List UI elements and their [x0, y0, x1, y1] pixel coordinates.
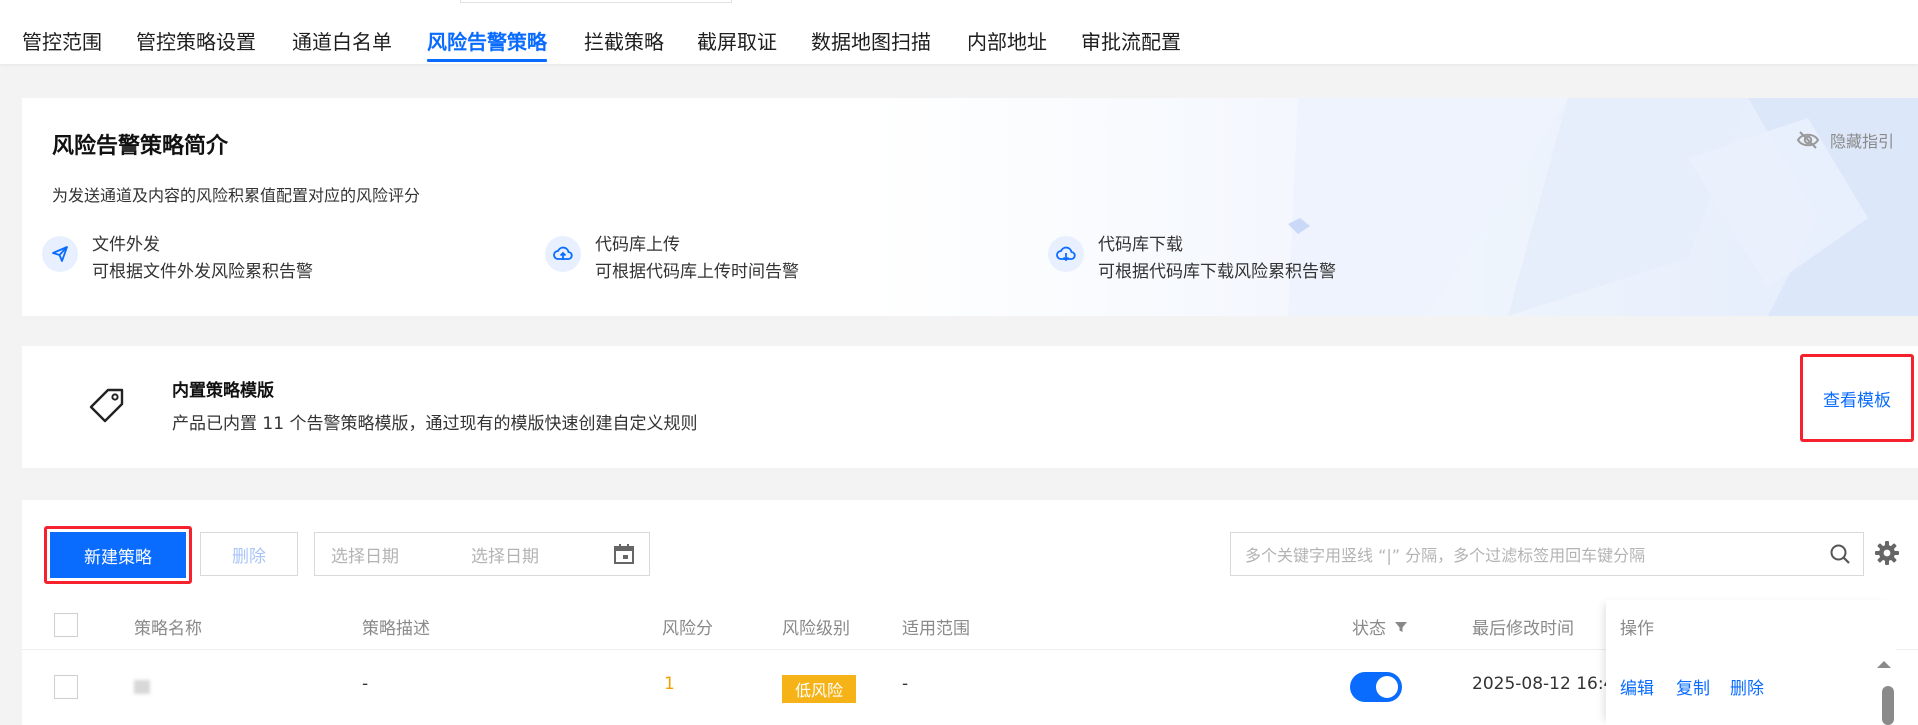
send-icon	[42, 236, 78, 272]
policy-desc: -	[362, 674, 369, 694]
new-policy-button[interactable]: 新建策略	[50, 532, 186, 578]
tab-control-policy-settings[interactable]: 管控策略设置	[136, 26, 256, 58]
feature-code-download: 代码库下载 可根据代码库下载风险累积告警	[1048, 232, 1336, 286]
col-header-desc: 策略描述	[362, 619, 430, 639]
select-all-checkbox[interactable]	[54, 613, 78, 637]
search-input[interactable]: 多个关键字用竖线 “|” 分隔，多个过滤标签用回车键分隔	[1230, 532, 1864, 576]
delete-button[interactable]: 删除	[200, 532, 298, 576]
feature-desc: 可根据代码库上传时间告警	[595, 262, 799, 282]
tab-data-map-scan[interactable]: 数据地图扫描	[811, 26, 931, 58]
col-header-level: 风险级别	[782, 619, 850, 639]
tab-intercept-policy[interactable]: 拦截策略	[584, 26, 664, 58]
intro-card: 风险告警策略简介 为发送通道及内容的风险积累值配置对应的风险评分 隐藏指引 文件…	[22, 98, 1918, 316]
date-range-picker[interactable]: 选择日期 选择日期	[314, 532, 650, 576]
feature-code-upload: 代码库上传 可根据代码库上传时间告警	[545, 232, 799, 286]
col-header-status-label: 状态	[1352, 619, 1386, 639]
tab-approval-flow[interactable]: 审批流配置	[1081, 26, 1181, 58]
col-header-scope: 适用范围	[902, 619, 970, 639]
policy-list-card: 新建策略 删除 选择日期 选择日期 多个关键字用竖线 “|” 分隔，多个过滤标签…	[22, 500, 1918, 725]
actions-column: 操作 编辑 复制 删除	[1606, 600, 1896, 725]
feature-desc: 可根据代码库下载风险累积告警	[1098, 262, 1336, 282]
eye-off-icon	[1796, 131, 1820, 149]
tag-icon	[89, 388, 124, 423]
top-strip	[460, 0, 732, 3]
end-date-input[interactable]: 选择日期	[471, 542, 539, 567]
feature-desc: 可根据文件外发风险累积告警	[92, 262, 313, 282]
col-header-modified: 最后修改时间	[1472, 619, 1574, 639]
delete-link[interactable]: 删除	[1730, 674, 1764, 699]
intro-description: 为发送通道及内容的风险积累值配置对应的风险评分	[52, 186, 421, 205]
tab-bar: 管控范围 管控策略设置 通道白名单 风险告警策略 拦截策略 截屏取证 数据地图扫…	[0, 0, 1918, 64]
scroll-up-arrow-icon[interactable]	[1874, 658, 1894, 670]
new-policy-highlight: 新建策略	[44, 526, 192, 584]
risk-score: 1	[664, 674, 675, 694]
cloud-upload-icon	[545, 236, 581, 272]
view-template-link[interactable]: 查看模板	[1800, 354, 1914, 442]
template-description: 产品已内置 11 个告警策略模版，通过现有的模版快速创建自定义规则	[172, 414, 698, 434]
edit-link[interactable]: 编辑	[1620, 674, 1654, 699]
tab-control-scope[interactable]: 管控范围	[22, 26, 102, 58]
gear-icon[interactable]	[1874, 540, 1900, 566]
policy-name-redacted	[134, 680, 150, 694]
filter-icon[interactable]	[1394, 620, 1408, 634]
status-toggle[interactable]	[1350, 672, 1402, 702]
template-title: 内置策略模版	[172, 381, 274, 401]
col-header-score: 风险分	[662, 619, 713, 639]
intro-title: 风险告警策略简介	[52, 134, 229, 159]
col-header-status[interactable]: 状态	[1352, 614, 1408, 639]
risk-level-badge: 低风险	[782, 675, 856, 703]
hide-guide-label: 隐藏指引	[1829, 132, 1894, 151]
vertical-scrollbar-thumb[interactable]	[1882, 686, 1894, 725]
search-icon[interactable]	[1829, 543, 1851, 565]
row-checkbox[interactable]	[54, 675, 78, 699]
col-header-name: 策略名称	[134, 619, 202, 639]
last-modified-time: 2025-08-12 16:49	[1472, 674, 1626, 694]
tab-channel-whitelist[interactable]: 通道白名单	[292, 26, 392, 58]
col-header-ops: 操作	[1620, 619, 1654, 639]
tab-screenshot-evidence[interactable]: 截屏取证	[697, 26, 777, 58]
tab-risk-alert-policy[interactable]: 风险告警策略	[427, 26, 547, 62]
builtin-template-card: 内置策略模版 产品已内置 11 个告警策略模版，通过现有的模版快速创建自定义规则…	[22, 346, 1918, 468]
feature-title: 代码库上传	[595, 235, 680, 255]
feature-file-outbound: 文件外发 可根据文件外发风险累积告警	[42, 232, 313, 286]
calendar-icon[interactable]	[613, 543, 635, 565]
tab-internal-address[interactable]: 内部地址	[967, 26, 1047, 58]
start-date-input[interactable]: 选择日期	[331, 542, 399, 567]
feature-title: 文件外发	[92, 235, 160, 255]
search-placeholder: 多个关键字用竖线 “|” 分隔，多个过滤标签用回车键分隔	[1245, 546, 1646, 565]
intro-background-graphic	[868, 98, 1918, 316]
cloud-download-icon	[1048, 236, 1084, 272]
copy-link[interactable]: 复制	[1676, 674, 1710, 699]
policy-scope: -	[902, 674, 909, 694]
hide-guide-button[interactable]: 隐藏指引	[1796, 128, 1894, 152]
feature-title: 代码库下载	[1098, 235, 1183, 255]
